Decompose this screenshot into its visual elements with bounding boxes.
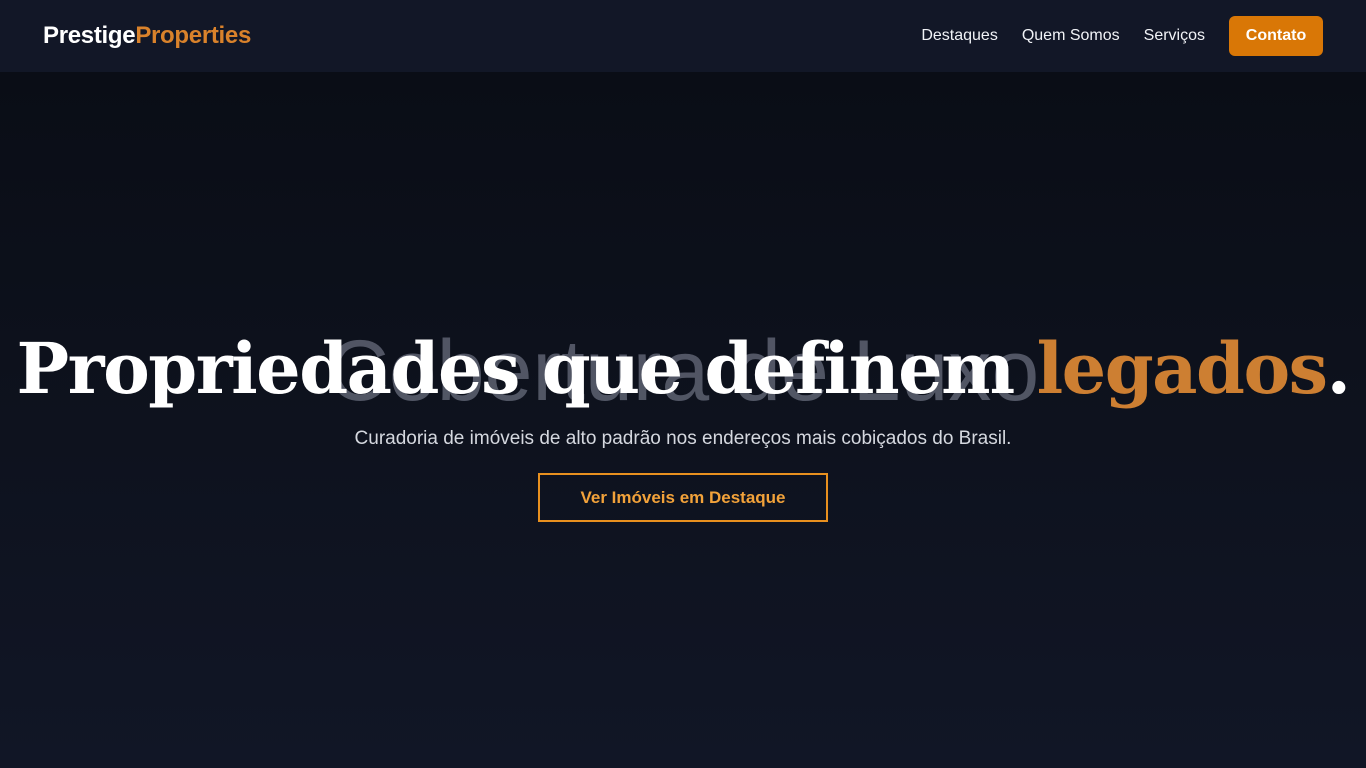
brand-logo[interactable]: PrestigeProperties (43, 22, 251, 50)
hero-section: Cobertura de Luxo Propriedades que defin… (0, 72, 1366, 768)
main-nav: Destaques Quem Somos Serviços Contato (921, 16, 1323, 56)
contact-button[interactable]: Contato (1229, 16, 1323, 56)
nav-link-quem-somos[interactable]: Quem Somos (1022, 27, 1120, 45)
nav-link-destaques[interactable]: Destaques (921, 27, 998, 45)
headline-accent: legados (1036, 327, 1328, 410)
featured-properties-button[interactable]: Ver Imóveis em Destaque (538, 473, 828, 522)
brand-name-part1: Prestige (43, 22, 136, 49)
hero-subtitle: Curadoria de imóveis de alto padrão nos … (354, 428, 1012, 449)
headline-main: Propriedades que definem (16, 327, 1037, 410)
headline-end: . (1326, 327, 1351, 410)
hero-headline: Propriedades que definem legados. (0, 334, 1366, 404)
nav-link-servicos[interactable]: Serviços (1144, 27, 1205, 45)
brand-name-part2: Properties (135, 22, 252, 49)
navbar: PrestigeProperties Destaques Quem Somos … (0, 0, 1366, 72)
